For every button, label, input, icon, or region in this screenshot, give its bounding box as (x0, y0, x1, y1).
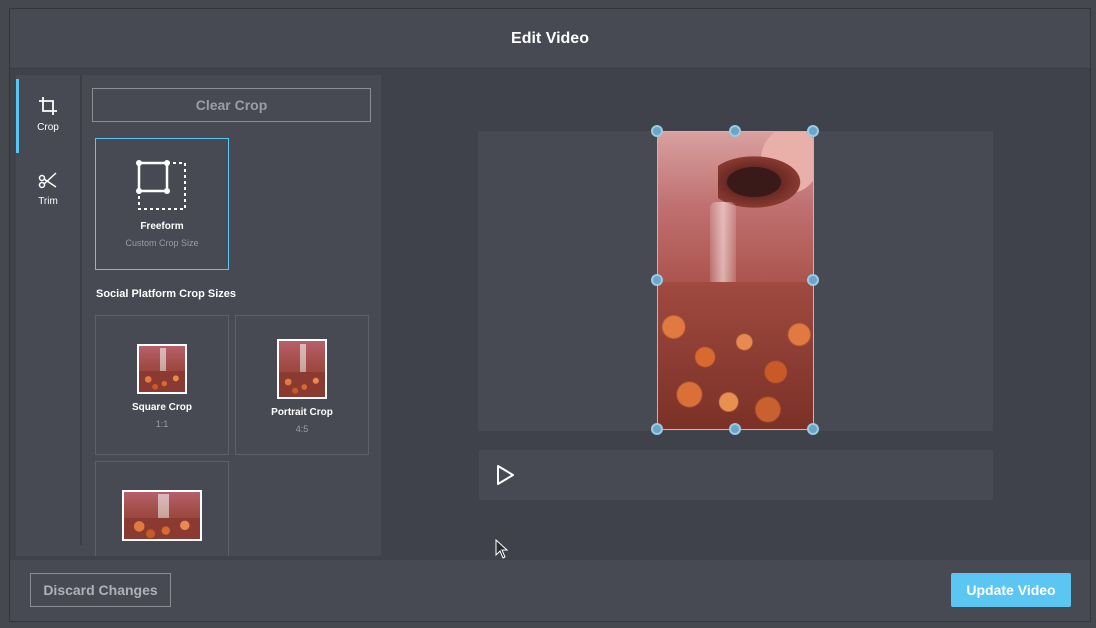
portrait-crop-card[interactable]: Portrait Crop 4:5 (235, 315, 369, 455)
mouse-cursor-icon (495, 539, 509, 559)
crop-handle-bottom-right[interactable] (807, 423, 819, 435)
tool-crop-label: Crop (37, 121, 59, 133)
crop-handle-bottom-left[interactable] (651, 423, 663, 435)
tool-trim-label: Trim (38, 195, 58, 207)
square-crop-ratio: 1:1 (155, 419, 169, 429)
video-frame[interactable] (657, 131, 814, 430)
freeform-crop-icon (136, 160, 186, 210)
social-crop-heading: Social Platform Crop Sizes (96, 288, 236, 300)
tool-crop[interactable]: Crop (16, 79, 80, 153)
freeform-title: Freeform (140, 221, 184, 232)
crop-handle-top-left[interactable] (651, 125, 663, 137)
modal-body: Crop Trim Clear Crop Freeform Custom Cro… (10, 70, 1090, 560)
modal-footer: Discard Changes Update Video (10, 560, 1090, 621)
discard-changes-button[interactable]: Discard Changes (30, 573, 171, 607)
crop-handle-middle-right[interactable] (807, 274, 819, 286)
crop-options: Clear Crop Freeform Custom Crop Size Soc… (92, 75, 381, 556)
video-preview-stage (478, 125, 993, 435)
portrait-crop-ratio: 4:5 (295, 424, 309, 434)
portrait-crop-title: Portrait Crop (271, 407, 333, 418)
crop-handle-middle-left[interactable] (651, 274, 663, 286)
square-crop-thumbnail (137, 344, 187, 394)
tool-rail: Crop Trim (16, 75, 82, 545)
crop-options-panel: Crop Trim Clear Crop Freeform Custom Cro… (16, 75, 381, 556)
edit-video-modal: Edit Video Crop Trim Clear Crop Freeform… (10, 9, 1090, 621)
modal-title: Edit Video (511, 29, 589, 47)
crop-icon (39, 96, 57, 115)
crop-handle-top-center[interactable] (729, 125, 741, 137)
landscape-crop-card[interactable] (95, 461, 229, 556)
crop-handle-top-right[interactable] (807, 125, 819, 137)
tool-trim[interactable]: Trim (16, 153, 80, 223)
video-player-bar (479, 450, 993, 500)
landscape-crop-thumbnail (122, 490, 202, 541)
portrait-crop-thumbnail (277, 339, 327, 399)
clear-crop-button[interactable]: Clear Crop (92, 88, 371, 122)
freeform-subtitle: Custom Crop Size (125, 238, 199, 248)
scissors-icon (38, 171, 57, 188)
freeform-crop-card[interactable]: Freeform Custom Crop Size (95, 138, 229, 270)
square-crop-title: Square Crop (131, 402, 192, 413)
update-video-button[interactable]: Update Video (951, 573, 1071, 607)
crop-handle-bottom-center[interactable] (729, 423, 741, 435)
play-icon[interactable] (493, 463, 517, 487)
modal-header: Edit Video (10, 9, 1090, 69)
square-crop-card[interactable]: Square Crop 1:1 (95, 315, 229, 455)
